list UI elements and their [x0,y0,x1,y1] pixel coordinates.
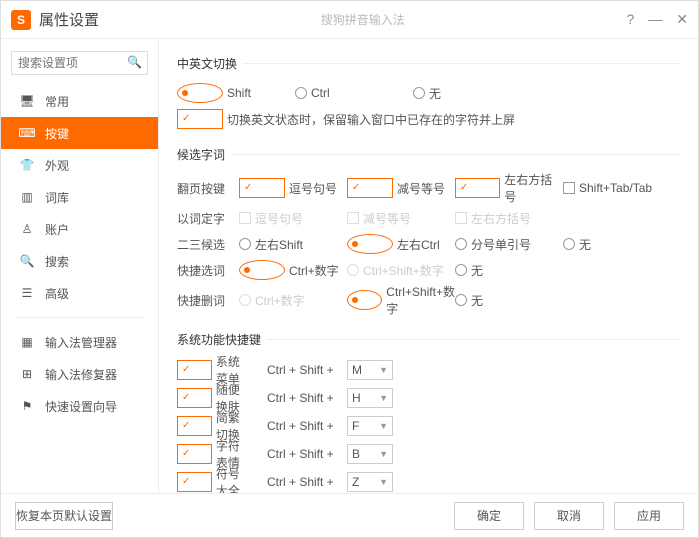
chevron-down-icon: ▼ [379,365,388,375]
sidebar-item-label: 快速设置向导 [45,398,117,415]
sidebar-item-label: 搜索 [45,253,69,270]
sidebar-item-advanced[interactable]: ☰ 高级 [1,277,158,309]
cancel-button[interactable]: 取消 [534,502,604,530]
sidebar-item-ime-manager[interactable]: ▦ 输入法管理器 [1,326,158,358]
chevron-down-icon: ▼ [379,449,388,459]
check-shift-tab[interactable]: Shift+Tab/Tab [563,171,683,205]
close-icon[interactable]: ✕ [676,11,688,28]
monitor-icon: 🖥 [19,94,35,108]
sidebar-item-label: 词库 [45,189,69,206]
ok-button[interactable]: 确定 [454,502,524,530]
check-symbols[interactable]: 符号大全 [177,465,249,493]
sidebar-item-dict[interactable]: ▥ 词库 [1,181,158,213]
check-keep-chars[interactable]: 切换英文状态时，保留输入窗口中已存在的字符并上屏 [177,109,515,129]
radio-qdel-ctrl-num: Ctrl+数字 [239,283,347,317]
select-simp-trad-key[interactable]: F▼ [347,416,393,436]
sidebar-item-label: 输入法管理器 [45,334,117,351]
sidebar-item-label: 高级 [45,285,69,302]
book-icon: ▥ [19,190,35,204]
sidebar-item-label: 外观 [45,157,69,174]
sidebar-item-label: 常用 [45,93,69,110]
sidebar-item-account[interactable]: ♙ 账户 [1,213,158,245]
window-title: 属性设置 [39,9,99,30]
radio-lr-ctrl[interactable]: 左右Ctrl [347,234,455,254]
section-en-cn: 中英文切换 [177,55,680,72]
check-word-minus: 减号等号 [347,210,455,227]
check-brackets[interactable]: 左右方括号 [455,171,563,205]
restore-defaults-button[interactable]: 恢复本页默认设置 [15,502,113,530]
shirt-icon: 👕 [19,158,35,172]
radio-none[interactable]: 无 [413,85,521,102]
sidebar-item-common[interactable]: 🖥 常用 [1,85,158,117]
select-sys-menu-key[interactable]: M▼ [347,360,393,380]
chevron-down-icon: ▼ [379,393,388,403]
radio-qsel-none[interactable]: 无 [455,260,563,280]
radio-qdel-none[interactable]: 无 [455,283,563,317]
keyboard-icon: ⌨ [19,126,35,140]
app-logo: S [11,10,31,30]
sliders-icon: ☰ [19,286,35,300]
chevron-down-icon: ▼ [379,477,388,487]
magnifier-icon: 🔍 [19,254,35,268]
sidebar-item-search[interactable]: 🔍 搜索 [1,245,158,277]
sidebar-item-label: 输入法修复器 [45,366,117,383]
flag-icon: ⚑ [19,399,35,413]
check-word-brackets: 左右方括号 [455,210,563,227]
radio-semi-quote[interactable]: 分号单引号 [455,234,563,254]
radio-ctrl[interactable]: Ctrl [295,86,403,100]
sidebar-item-ime-repair[interactable]: ⊞ 输入法修复器 [1,358,158,390]
section-shortcuts: 系统功能快捷键 [177,331,680,348]
section-candidate: 候选字词 [177,146,680,163]
apply-button[interactable]: 应用 [614,502,684,530]
select-char-emoji-key[interactable]: B▼ [347,444,393,464]
check-comma-period[interactable]: 逗号句号 [239,171,347,205]
radio-lr-shift[interactable]: 左右Shift [239,234,347,254]
sidebar-item-label: 账户 [45,221,69,238]
check-word-comma: 逗号句号 [239,210,347,227]
wrench-icon: ⊞ [19,367,35,381]
radio-qsel-ctrl-num[interactable]: Ctrl+数字 [239,260,347,280]
sidebar-item-label: 按键 [45,125,69,142]
radio-qdel-ctrl-shift-num[interactable]: Ctrl+Shift+数字 [347,283,455,317]
label-quick-select: 快捷选词 [177,262,229,279]
radio-shift[interactable]: Shift [177,83,285,103]
label-quick-delete: 快捷删词 [177,292,229,309]
chevron-down-icon: ▼ [379,421,388,431]
check-minus-equal[interactable]: 减号等号 [347,171,455,205]
sidebar-item-quick-setup[interactable]: ⚑ 快速设置向导 [1,390,158,422]
label-page-keys: 翻页按键 [177,180,229,197]
window-subtitle: 搜狗拼音输入法 [99,11,626,28]
radio-qsel-ctrl-shift-num: Ctrl+Shift+数字 [347,260,455,280]
radio-two3-none[interactable]: 无 [563,234,671,254]
label-word-fix: 以词定字 [177,210,229,227]
sidebar-item-keys[interactable]: ⌨ 按键 [1,117,158,149]
select-skin-key[interactable]: H▼ [347,388,393,408]
search-icon[interactable]: 🔍 [127,55,142,69]
help-icon[interactable]: ? [626,11,634,28]
grid-icon: ▦ [19,335,35,349]
sidebar-item-appearance[interactable]: 👕 外观 [1,149,158,181]
select-symbols-key[interactable]: Z▼ [347,472,393,492]
minimize-icon[interactable]: — [648,11,662,28]
user-icon: ♙ [19,222,35,236]
label-two-three: 二三候选 [177,236,229,253]
